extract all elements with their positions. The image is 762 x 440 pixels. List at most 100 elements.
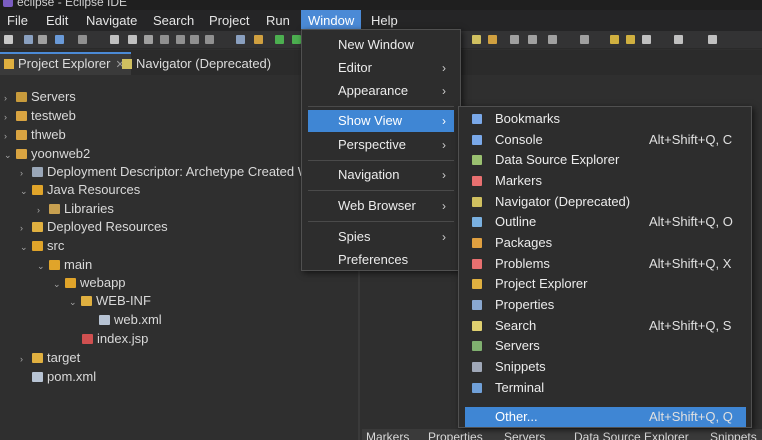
view-item-packages[interactable]: Packages (465, 233, 746, 253)
terminal-icon (472, 383, 482, 393)
menu-project[interactable]: Project (202, 10, 256, 31)
folder-icon (32, 185, 43, 195)
project-icon (16, 111, 27, 121)
chevron-right-icon: › (442, 230, 446, 244)
menu-item-spies[interactable]: Spies › (308, 226, 454, 248)
step-return-icon[interactable] (205, 35, 214, 44)
tab-servers[interactable]: Servers (504, 429, 545, 440)
tree-item-java-resources[interactable]: ⌄ Java Resources (20, 180, 140, 199)
chevron-down-icon[interactable]: ⌄ (20, 238, 32, 257)
tab-properties[interactable]: Properties (428, 429, 483, 440)
back-icon[interactable] (642, 35, 651, 44)
tree-item-src[interactable]: ⌄ src (20, 236, 64, 255)
step-into-icon[interactable] (176, 35, 185, 44)
chevron-down-icon[interactable]: ⌄ (37, 257, 49, 276)
view-item-console[interactable]: Console Alt+Shift+Q, C (465, 130, 746, 150)
menu-item-editor[interactable]: Editor › (308, 57, 454, 79)
menu-navigate[interactable]: Navigate (79, 10, 144, 31)
skip-icon[interactable] (78, 35, 87, 44)
tree-item-target[interactable]: › target (20, 348, 80, 367)
tree-item-webapp[interactable]: ⌄ webapp (53, 273, 126, 292)
search-toolbar-icon[interactable] (472, 35, 481, 44)
toolbar-icon-c[interactable] (510, 35, 519, 44)
chevron-down-icon[interactable]: ⌄ (4, 146, 16, 165)
annotation-icon[interactable] (580, 35, 589, 44)
tree-item-thweb[interactable]: › thweb (4, 125, 66, 144)
view-item-data-source-explorer[interactable]: Data Source Explorer (465, 150, 746, 170)
menu-item-web-browser[interactable]: Web Browser › (308, 195, 454, 217)
tree-item-yoonweb2[interactable]: ⌄ yoonweb2 (4, 144, 90, 163)
tree-item-index-jsp[interactable]: index.jsp (82, 329, 148, 348)
menu-item-perspective[interactable]: Perspective › (308, 134, 454, 156)
toolbar-icon-d[interactable] (528, 35, 537, 44)
prev-edit-icon[interactable] (610, 35, 619, 44)
edit-icon[interactable] (488, 35, 497, 44)
view-item-snippets[interactable]: Snippets (465, 357, 746, 377)
tree-item-main[interactable]: ⌄ main (37, 255, 92, 274)
menu-search[interactable]: Search (146, 10, 201, 31)
view-item-project-explorer[interactable]: Project Explorer (465, 274, 746, 294)
save-icon[interactable] (24, 35, 33, 44)
menu-run[interactable]: Run (259, 10, 297, 31)
menu-separator (308, 106, 454, 107)
toolbar-icon-e[interactable] (548, 35, 557, 44)
tree-item-servers[interactable]: › Servers (4, 87, 76, 106)
project-icon (16, 130, 27, 140)
project-explorer-icon (4, 59, 14, 69)
disconnect-icon[interactable] (160, 35, 169, 44)
view-item-search[interactable]: Search Alt+Shift+Q, S (465, 316, 746, 336)
toolbar-icon-b[interactable] (254, 35, 263, 44)
forward-icon[interactable] (674, 35, 683, 44)
chevron-down-icon[interactable]: ⌄ (69, 293, 81, 312)
menu-window[interactable]: Window (301, 10, 362, 31)
tree-item-web-xml[interactable]: web.xml (99, 310, 162, 329)
xml-file-icon (32, 372, 43, 382)
view-item-bookmarks[interactable]: Bookmarks (465, 109, 746, 129)
menu-file[interactable]: File (0, 10, 35, 31)
view-item-properties[interactable]: Properties (465, 295, 746, 315)
suspend-icon[interactable] (128, 35, 137, 44)
tree-item-deployed-resources[interactable]: › Deployed Resources (20, 217, 168, 236)
chevron-down-icon[interactable]: ⌄ (20, 182, 32, 201)
tree-item-web-inf[interactable]: ⌄ WEB-INF (69, 291, 151, 310)
toggle-icon[interactable] (55, 35, 64, 44)
view-item-terminal[interactable]: Terminal (465, 378, 746, 398)
run-icon[interactable] (292, 35, 301, 44)
resume-icon[interactable] (110, 35, 119, 44)
terminate-icon[interactable] (144, 35, 153, 44)
chevron-right-icon[interactable]: › (20, 350, 32, 369)
view-item-markers[interactable]: Markers (465, 171, 746, 191)
view-item-problems[interactable]: Problems Alt+Shift+Q, X (465, 254, 746, 274)
tab-markers[interactable]: Markers (366, 429, 409, 440)
view-item-servers[interactable]: Servers (465, 336, 746, 356)
next-edit-icon[interactable] (626, 35, 635, 44)
menu-item-navigation[interactable]: Navigation › (308, 164, 454, 186)
project-icon (16, 149, 27, 159)
tab-project-explorer[interactable]: Project Explorer ✕ (0, 52, 131, 75)
menu-edit[interactable]: Edit (39, 10, 75, 31)
tree-item-pom-xml[interactable]: pom.xml (32, 367, 96, 386)
menu-help[interactable]: Help (364, 10, 405, 31)
new-icon[interactable] (4, 35, 13, 44)
toolbar-icon-a[interactable] (236, 35, 245, 44)
chevron-down-icon[interactable]: ⌄ (53, 275, 65, 294)
view-item-navigator[interactable]: Navigator (Deprecated) (465, 192, 746, 212)
view-item-outline[interactable]: Outline Alt+Shift+Q, O (465, 212, 746, 232)
tree-item-testweb[interactable]: › testweb (4, 106, 76, 125)
perspective-icon[interactable] (708, 35, 717, 44)
debug-icon[interactable] (275, 35, 284, 44)
view-item-other[interactable]: Other... Alt+Shift+Q, Q (465, 407, 746, 427)
tab-data-source-explorer[interactable]: Data Source Explorer (574, 429, 689, 440)
tab-snippets[interactable]: Snippets (710, 429, 757, 440)
menu-item-new-window[interactable]: New Window (308, 34, 454, 56)
menu-item-show-view[interactable]: Show View › (308, 110, 454, 132)
save-all-icon[interactable] (38, 35, 47, 44)
tree-item-libraries[interactable]: › Libraries (37, 199, 114, 218)
tab-navigator[interactable]: Navigator (Deprecated) (122, 52, 271, 75)
folder-icon (81, 296, 92, 306)
menu-item-appearance[interactable]: Appearance › (308, 80, 454, 102)
step-over-icon[interactable] (190, 35, 199, 44)
menu-item-preferences[interactable]: Preferences (308, 249, 454, 271)
chevron-right-icon: › (442, 168, 446, 182)
folder-icon (49, 260, 60, 270)
